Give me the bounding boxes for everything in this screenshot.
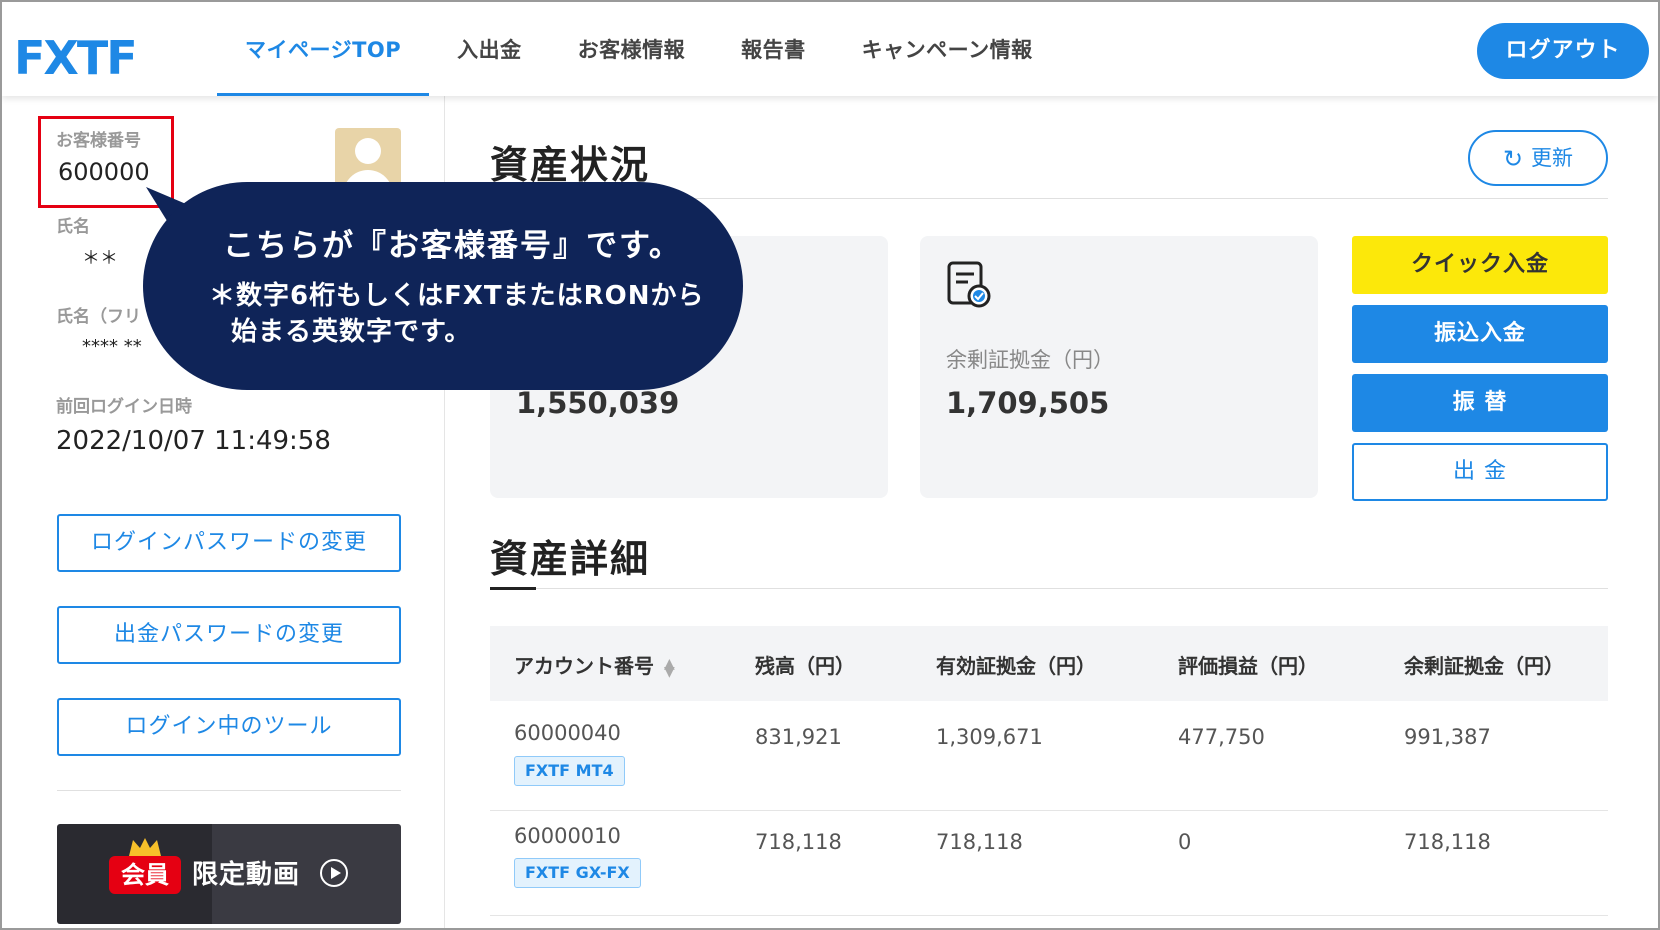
customer-number-label: お客様番号 [56, 131, 141, 151]
main-nav: マイページTOP 入出金 お客様情報 報告書 キャンペーン情報 [217, 2, 1061, 96]
play-icon [320, 859, 348, 887]
balance-cell: 831,921 [755, 725, 842, 749]
table-row[interactable]: 60000010 FXTF GX-FX 718,118 718,118 0 71… [490, 806, 1608, 916]
profit-loss-cell: 477,750 [1178, 725, 1265, 749]
kana-label: 氏名（フリ [56, 307, 141, 327]
column-profit-loss: 評価損益（円） [1178, 654, 1318, 678]
logo-mark: FXTF [14, 31, 138, 85]
sort-icon[interactable]: ▲ ▼ [664, 657, 675, 679]
transfer-button[interactable]: 振 替 [1352, 374, 1608, 432]
change-login-password-button[interactable]: ログインパスワードの変更 [57, 514, 401, 572]
column-equity: 有効証拠金（円） [936, 654, 1096, 678]
nav-customer-info[interactable]: お客様情報 [550, 2, 714, 96]
table-row[interactable]: 60000040 FXTF MT4 831,921 1,309,671 477,… [490, 701, 1608, 811]
svg-text:FXTF: FXTF [14, 36, 136, 80]
profit-loss-cell: 0 [1178, 830, 1192, 854]
nav-mypage-top[interactable]: マイページTOP [217, 2, 430, 96]
quick-deposit-button[interactable]: クイック入金 [1352, 236, 1608, 294]
logged-in-tools-button[interactable]: ログイン中のツール [57, 698, 401, 756]
callout-title: こちらが『お客様番号』です。 [223, 228, 682, 264]
column-account-number[interactable]: アカウント番号 ▲ ▼ [514, 650, 675, 679]
name-label: 氏名 [56, 217, 90, 237]
logout-button[interactable]: ログアウト [1477, 23, 1649, 79]
crown-icon [129, 838, 161, 856]
bank-transfer-deposit-button[interactable]: 振込入金 [1352, 305, 1608, 363]
asset-card-value: 1,550,039 [516, 386, 680, 420]
top-header: FXTF マイページTOP 入出金 お客様情報 報告書 キャンペーン情報 ログア… [2, 2, 1658, 96]
free-margin-cell: 718,118 [1404, 830, 1491, 854]
column-free-margin: 余剰証拠金（円） [1404, 654, 1564, 678]
balance-cell: 718,118 [755, 830, 842, 854]
account-number: 60000010 [514, 824, 621, 848]
callout-note: ＊数字6桁もしくはFXTまたはRONから 始まる英数字です。 [209, 278, 705, 350]
column-balance: 残高（円） [755, 654, 855, 678]
nav-reports[interactable]: 報告書 [713, 2, 834, 96]
member-badge: 会員 [109, 856, 181, 894]
free-margin-cell: 991,387 [1404, 725, 1491, 749]
nav-campaign-info[interactable]: キャンペーン情報 [834, 2, 1061, 96]
asset-card-label: 余剰証拠金（円） [946, 348, 1114, 372]
name-value: ＊＊ [82, 248, 118, 269]
withdrawal-button[interactable]: 出 金 [1352, 443, 1608, 501]
account-type-tag: FXTF MT4 [514, 756, 625, 786]
member-video-label: 限定動画 [192, 860, 301, 890]
last-login-label: 前回ログイン日時 [56, 397, 192, 417]
member-video-banner[interactable]: 会員 限定動画 [57, 824, 401, 924]
page: FXTF マイページTOP 入出金 お客様情報 報告書 キャンペーン情報 ログア… [0, 0, 1660, 930]
asset-card-value: 1,709,505 [946, 386, 1110, 420]
refresh-icon: ↻ [1502, 145, 1524, 173]
kana-value: **** ** [82, 336, 142, 357]
column-account-number-label: アカウント番号 [514, 654, 654, 678]
asset-details-accent [490, 587, 536, 590]
customer-number-value: 600000 [58, 158, 150, 186]
callout-note-line2: 始まる英数字です。 [231, 317, 472, 347]
table-header: アカウント番号 ▲ ▼ 残高（円） 有効証拠金（円） 評価損益（円） 余剰証拠金（円… [490, 626, 1608, 701]
sidebar-divider [57, 790, 401, 791]
asset-details-rule [490, 588, 1608, 589]
change-withdrawal-password-button[interactable]: 出金パスワードの変更 [57, 606, 401, 664]
asset-card-free-margin: 余剰証拠金（円） 1,709,505 [920, 236, 1318, 498]
asset-details-title: 資産詳細 [490, 537, 651, 581]
account-number: 60000040 [514, 721, 621, 745]
refresh-label: 更新 [1531, 146, 1574, 170]
callout-note-line1: ＊数字6桁もしくはFXTまたはRONから [209, 281, 705, 311]
last-login-value: 2022/10/07 11:49:58 [56, 426, 331, 456]
equity-cell: 1,309,671 [936, 725, 1043, 749]
document-check-icon [947, 261, 991, 308]
asset-status-title: 資産状況 [490, 143, 651, 187]
fxtf-logo[interactable]: FXTF [14, 31, 169, 85]
nav-deposit-withdraw[interactable]: 入出金 [429, 2, 550, 96]
customer-number-callout: こちらが『お客様番号』です。 ＊数字6桁もしくはFXTまたはRONから 始まる英… [143, 182, 743, 390]
refresh-button[interactable]: ↻ 更新 [1468, 130, 1608, 186]
account-type-tag: FXTF GX-FX [514, 858, 641, 888]
equity-cell: 718,118 [936, 830, 1023, 854]
